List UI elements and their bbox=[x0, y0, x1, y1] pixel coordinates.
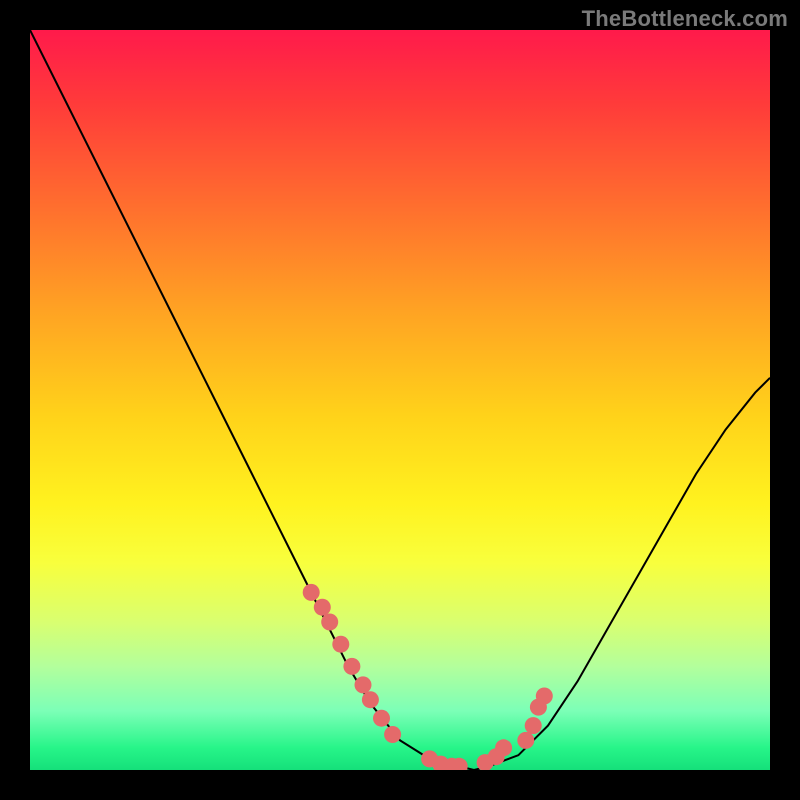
marker-point bbox=[384, 726, 401, 743]
marker-point bbox=[321, 614, 338, 631]
chart-svg bbox=[30, 30, 770, 770]
marker-point bbox=[495, 739, 512, 756]
marker-point bbox=[525, 717, 542, 734]
marker-point bbox=[332, 636, 349, 653]
marker-point bbox=[536, 688, 553, 705]
bottleneck-curve bbox=[30, 30, 770, 770]
chart-stage: TheBottleneck.com bbox=[0, 0, 800, 800]
watermark-text: TheBottleneck.com bbox=[582, 6, 788, 32]
marker-point bbox=[343, 658, 360, 675]
marker-point bbox=[362, 691, 379, 708]
plot-area bbox=[30, 30, 770, 770]
marker-group bbox=[303, 584, 553, 770]
marker-point bbox=[373, 710, 390, 727]
marker-point bbox=[314, 599, 331, 616]
marker-point bbox=[517, 732, 534, 749]
marker-point bbox=[303, 584, 320, 601]
marker-point bbox=[355, 676, 372, 693]
